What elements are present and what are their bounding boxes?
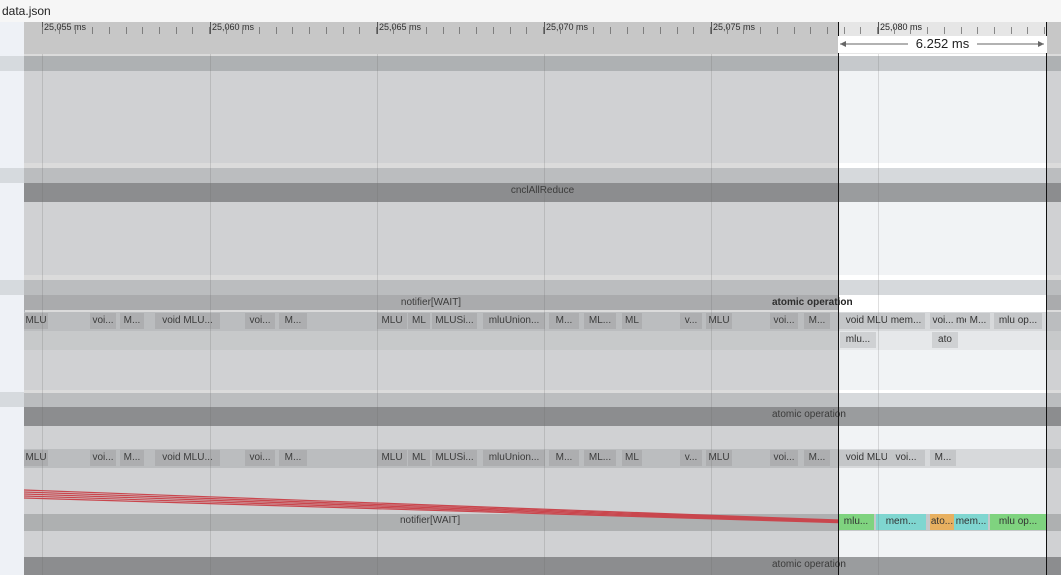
selection-duration: 6.252 ms — [915, 36, 970, 51]
selection-start-line[interactable] — [838, 22, 839, 575]
selection-shade-left — [24, 22, 838, 575]
selection-end-line[interactable] — [1046, 22, 1047, 575]
selection-shade-right — [1047, 22, 1061, 575]
